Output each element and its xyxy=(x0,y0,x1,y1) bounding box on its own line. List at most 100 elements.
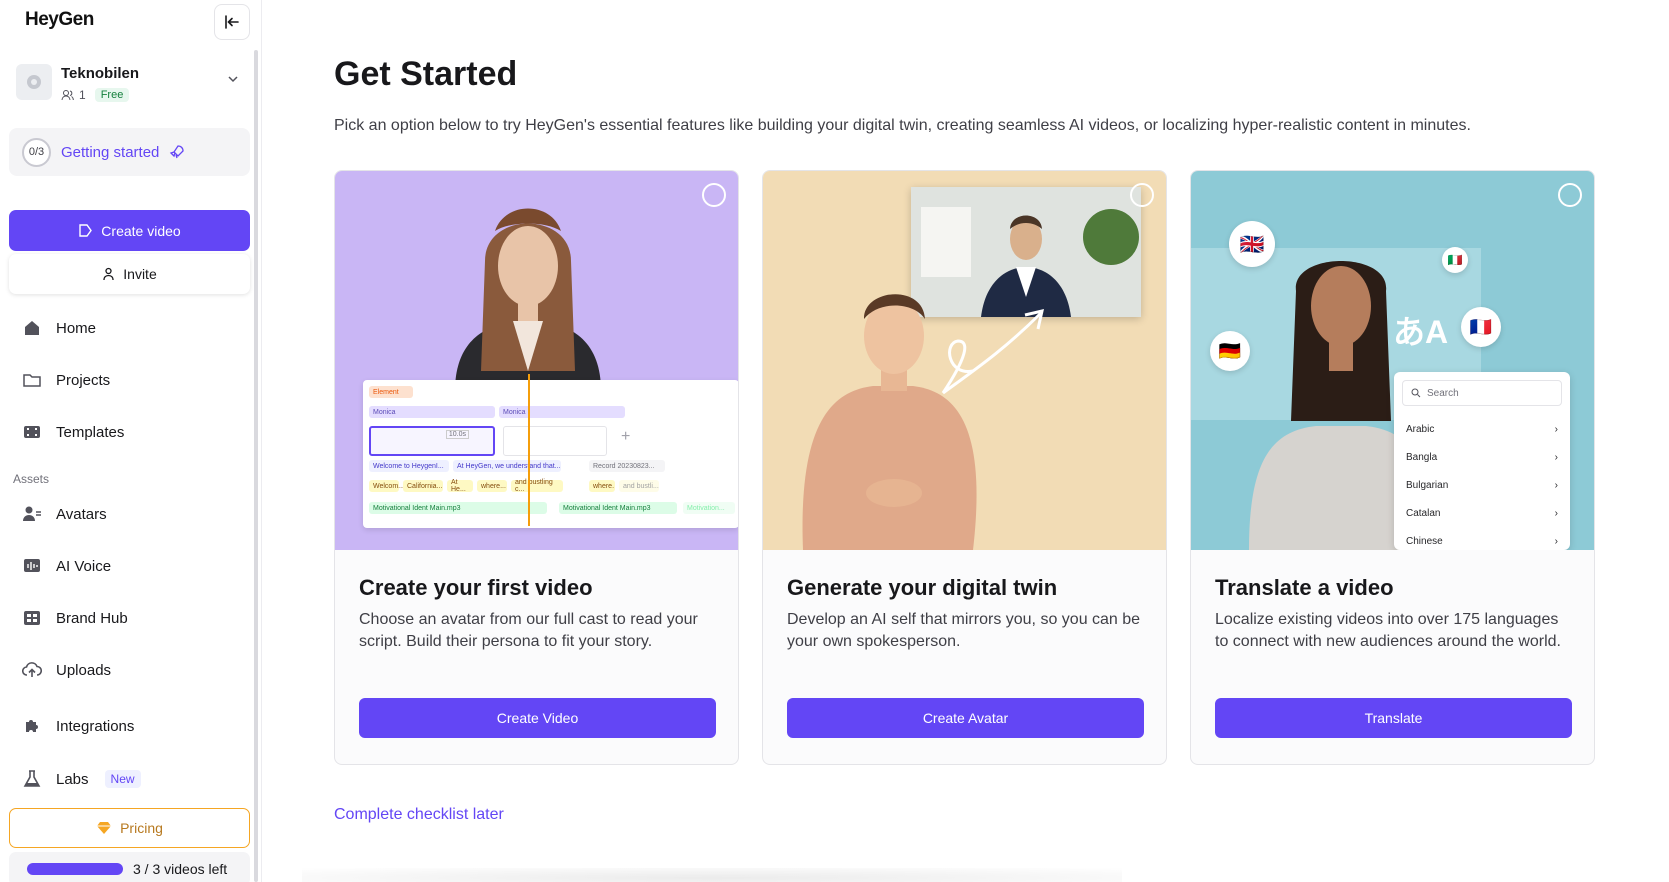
pricing-label: Pricing xyxy=(120,820,163,836)
nav-item-projects[interactable]: Projects xyxy=(22,366,110,394)
nav-label: AI Voice xyxy=(56,557,112,575)
script-chip-2: At HeyGen, we understand that... xyxy=(453,460,561,472)
nav-label: Home xyxy=(56,319,97,337)
language-label: Bangla xyxy=(1406,452,1438,463)
assets-section-label: Assets xyxy=(13,472,50,486)
create-video-button[interactable]: Create video xyxy=(9,210,250,251)
timeline-panel: Element Monica Monica 10.0s + Welcome to… xyxy=(363,380,738,528)
collapse-sidebar-button[interactable] xyxy=(214,4,250,40)
flask-icon xyxy=(22,769,42,789)
card-description: Localize existing videos into over 175 l… xyxy=(1215,611,1561,650)
card-media-digital-twin xyxy=(763,171,1166,550)
invite-button[interactable]: Invite xyxy=(9,254,250,294)
videos-left-bar xyxy=(27,863,123,875)
audio-chip-2: Motivational Ident Main.mp3 xyxy=(559,502,677,514)
chevron-right-icon: › xyxy=(1554,480,1558,491)
card-select-radio[interactable] xyxy=(1558,183,1582,207)
clip-second xyxy=(503,426,607,456)
create-avatar-button[interactable]: Create Avatar xyxy=(787,698,1144,738)
card-description: Choose an avatar from our full cast to r… xyxy=(359,611,698,650)
workspace-avatar xyxy=(16,64,52,100)
card-digital-twin[interactable]: Generate your digital twin Develop an AI… xyxy=(762,170,1167,765)
translate-button[interactable]: Translate xyxy=(1215,698,1572,738)
nav-item-integrations[interactable]: Integrations xyxy=(22,712,134,740)
card-description: Develop an AI self that mirrors you, so … xyxy=(787,611,1141,650)
nav-label: Avatars xyxy=(56,505,107,523)
france-flag-icon: 🇫🇷 xyxy=(1461,307,1501,347)
nav-item-labs[interactable]: Labs New xyxy=(22,765,141,793)
nav-label: Uploads xyxy=(56,661,112,679)
timeline-playhead xyxy=(528,374,530,526)
card-translate[interactable]: あA 🇬🇧 🇮🇹 🇩🇪 🇫🇷 Search Arabic › Bangla › Bu… xyxy=(1190,170,1595,765)
nav-item-ai-voice[interactable]: AI Voice xyxy=(22,552,111,580)
clip-duration: 10.0s xyxy=(445,430,469,439)
presenter-illustration xyxy=(802,294,977,550)
add-clip-icon: + xyxy=(621,428,631,445)
sidebar-scrollbar[interactable] xyxy=(254,50,258,882)
sidebar: HeyGen Teknobilen 1 Free 0/3 Getting sta… xyxy=(0,0,262,882)
main-content: Get Started Pick an option below to try … xyxy=(262,0,1669,882)
track-label-2: Monica xyxy=(499,406,625,418)
germany-flag-icon: 🇩🇪 xyxy=(1210,331,1250,371)
language-label: Arabic xyxy=(1406,424,1435,435)
card-title: Translate a video xyxy=(1215,575,1394,600)
language-label: Chinese xyxy=(1406,536,1443,547)
complete-checklist-later-link[interactable]: Complete checklist later xyxy=(334,806,504,824)
app-logo[interactable]: HeyGen xyxy=(25,9,94,31)
create-video-card-button[interactable]: Create Video xyxy=(359,698,716,738)
language-item: Arabic › xyxy=(1406,424,1558,435)
element-chip: Element xyxy=(369,386,413,398)
page-subtitle: Pick an option below to try HeyGen's ess… xyxy=(334,117,1471,134)
create-video-label: Create video xyxy=(101,222,181,239)
card-select-radio[interactable] xyxy=(1130,183,1154,207)
script-chip-1: Welcome to HeygenI... xyxy=(369,460,449,472)
nav-item-uploads[interactable]: Uploads xyxy=(22,656,111,684)
workspace-meta: 1 Free xyxy=(61,88,130,102)
word-chip: At He... xyxy=(447,479,473,493)
word-chip: California... xyxy=(403,480,443,492)
italy-flag-icon: 🇮🇹 xyxy=(1442,247,1468,273)
nav-item-avatars[interactable]: Avatars xyxy=(22,500,107,528)
nav-item-templates[interactable]: Templates xyxy=(22,418,124,446)
audio-chip-1: Motivational Ident Main.mp3 xyxy=(369,502,547,514)
nav-item-home[interactable]: Home xyxy=(22,314,96,342)
workspace-switcher[interactable]: Teknobilen 1 Free xyxy=(16,62,246,106)
workspace-name: Teknobilen xyxy=(61,65,140,82)
bottom-shadow xyxy=(302,868,1122,882)
rocket-icon xyxy=(170,145,185,159)
chevron-right-icon: › xyxy=(1554,536,1558,547)
nav-label: Brand Hub xyxy=(56,609,128,627)
film-icon xyxy=(22,422,42,442)
language-search: Search xyxy=(1402,380,1562,406)
invite-label: Invite xyxy=(123,266,157,282)
nav-label: Labs xyxy=(56,770,89,788)
card-select-radio[interactable] xyxy=(702,183,726,207)
member-count: 1 xyxy=(79,88,86,102)
members-icon xyxy=(61,90,74,101)
nav-item-brand-hub[interactable]: Brand Hub xyxy=(22,604,128,632)
plan-badge: Free xyxy=(94,88,130,102)
language-label: Bulgarian xyxy=(1406,480,1449,491)
getting-started-label: Getting started xyxy=(61,143,160,161)
checklist-progress: 0/3 xyxy=(22,137,51,167)
card-create-video[interactable]: Element Monica Monica 10.0s + Welcome to… xyxy=(334,170,739,765)
pricing-button[interactable]: Pricing xyxy=(9,808,250,848)
card-title: Generate your digital twin xyxy=(787,575,1058,600)
track-label-1: Monica xyxy=(369,406,495,418)
language-picker: Search Arabic › Bangla › Bulgarian › Catala… xyxy=(1394,372,1570,550)
word-chip: Welcom... xyxy=(369,480,404,492)
word-chip: and bustling c... xyxy=(511,479,563,493)
chevron-down-icon xyxy=(228,76,238,83)
puzzle-icon xyxy=(22,716,42,736)
video-plus-icon xyxy=(79,224,93,237)
language-item: Bulgarian › xyxy=(1406,480,1558,491)
getting-started-checklist[interactable]: 0/3 Getting started xyxy=(9,128,250,176)
word-chip: where... xyxy=(477,480,507,492)
card-media-translate: あA 🇬🇧 🇮🇹 🇩🇪 🇫🇷 Search Arabic › Bangla › Bu… xyxy=(1191,171,1594,550)
chevron-right-icon: › xyxy=(1554,424,1558,435)
diamond-icon xyxy=(97,822,112,834)
person-icon xyxy=(103,267,114,281)
gear-icon xyxy=(27,75,41,89)
collapse-icon xyxy=(225,15,239,29)
record-chip: Record 20230823... xyxy=(589,460,665,472)
